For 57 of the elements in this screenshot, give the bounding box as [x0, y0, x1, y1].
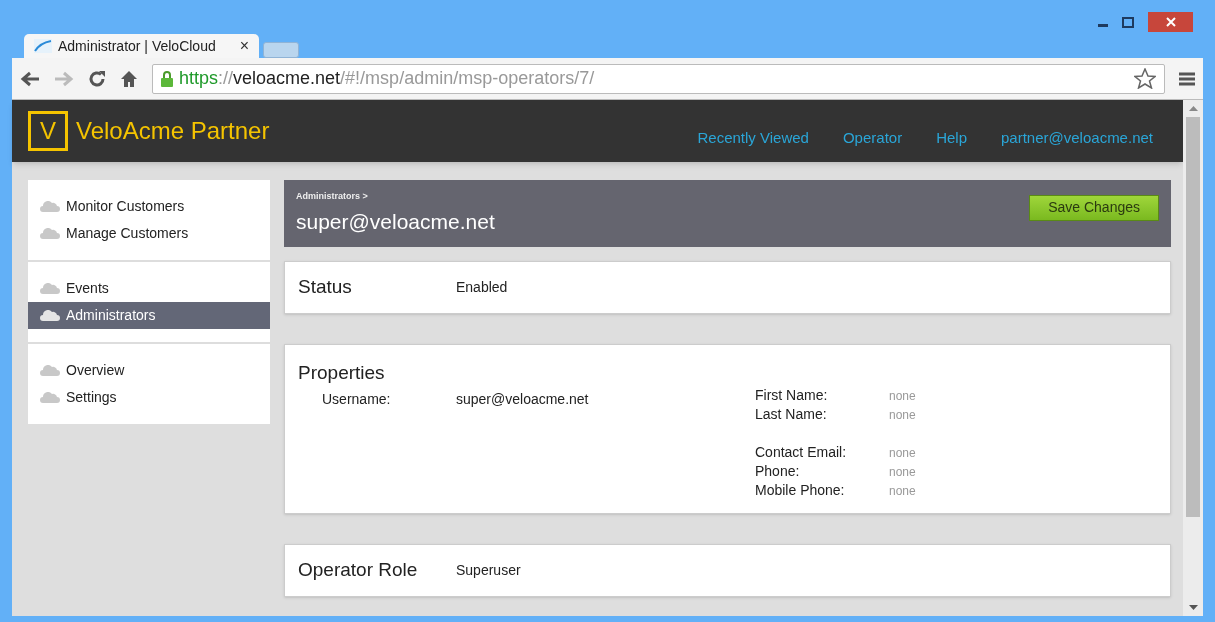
nav-link[interactable]: Operator [842, 126, 903, 150]
home-icon[interactable] [120, 69, 138, 88]
section-heading: Properties [298, 361, 386, 385]
field-label: Username: [321, 389, 392, 409]
field-label: Mobile Phone: [755, 481, 846, 500]
breadcrumb-link[interactable]: Administrators > [296, 190, 1030, 204]
address-bar[interactable]: https://veloacme.net/#!/msp/admin/msp-operators/7/ [152, 63, 1165, 94]
sidebar-item[interactable]: Monitor Customers [28, 193, 270, 220]
status-value: Enabled [456, 278, 508, 297]
maximize-icon[interactable] [1122, 16, 1134, 28]
url-text: https://veloacme.net/#!/msp/admin/msp-operators/7/ [179, 67, 595, 90]
field-label: First Name: [755, 386, 829, 405]
close-button[interactable] [1148, 12, 1193, 32]
sidebar-item[interactable]: Events [28, 275, 270, 302]
cloud-icon [40, 392, 60, 403]
app-title: VeloAcme Partner [76, 116, 270, 146]
scrollbar[interactable] [1183, 100, 1203, 616]
cloud-icon [40, 310, 60, 321]
sidebar-item[interactable]: Administrators [28, 302, 270, 329]
cloud-icon [40, 283, 60, 294]
scroll-up-icon[interactable] [1188, 106, 1198, 111]
field-value: none [889, 406, 916, 424]
field-value: none [889, 387, 916, 405]
sidebar-item[interactable]: Overview [28, 357, 270, 384]
back-icon[interactable] [20, 70, 40, 87]
page-title: super@veloacme.net [296, 208, 496, 235]
field-label: Contact Email: [755, 443, 848, 462]
save-changes-button[interactable]: Save Changes [1029, 194, 1159, 221]
close-icon [1165, 17, 1176, 27]
nav-link[interactable]: partner@veloacme.net [1001, 126, 1153, 150]
field-value: none [889, 482, 916, 500]
section-heading: Operator Role [298, 558, 419, 583]
reload-icon[interactable] [88, 69, 106, 88]
field-label: Last Name: [755, 405, 828, 424]
field-value: none [889, 444, 916, 462]
sidebar-item[interactable]: Settings [28, 384, 270, 411]
nav-link[interactable]: Recently Viewed [697, 126, 809, 150]
tab-close-button[interactable]: × [239, 34, 249, 58]
tab-title: Administrator | VeloCloud [58, 36, 217, 56]
lock-icon [161, 70, 173, 87]
cloud-icon [40, 201, 60, 212]
star-icon[interactable] [1134, 68, 1156, 89]
field-value: none [889, 463, 916, 481]
scrollbar-thumb[interactable] [1186, 117, 1200, 517]
field-value: super@veloacme.net [456, 389, 589, 409]
cloud-logo-icon [34, 39, 52, 53]
nav-link[interactable]: Help [936, 126, 967, 150]
cloud-icon [40, 228, 60, 239]
browser-tab[interactable]: Administrator | VeloCloud × [24, 34, 259, 58]
section-heading: Status [298, 275, 353, 300]
logo-letter: V [28, 111, 68, 151]
field-label: Phone: [755, 462, 801, 481]
role-value: Superuser [456, 561, 521, 580]
cloud-icon [40, 365, 60, 376]
scroll-down-icon[interactable] [1188, 605, 1198, 610]
menu-icon[interactable] [1179, 71, 1195, 86]
sidebar-item[interactable]: Manage Customers [28, 220, 270, 247]
